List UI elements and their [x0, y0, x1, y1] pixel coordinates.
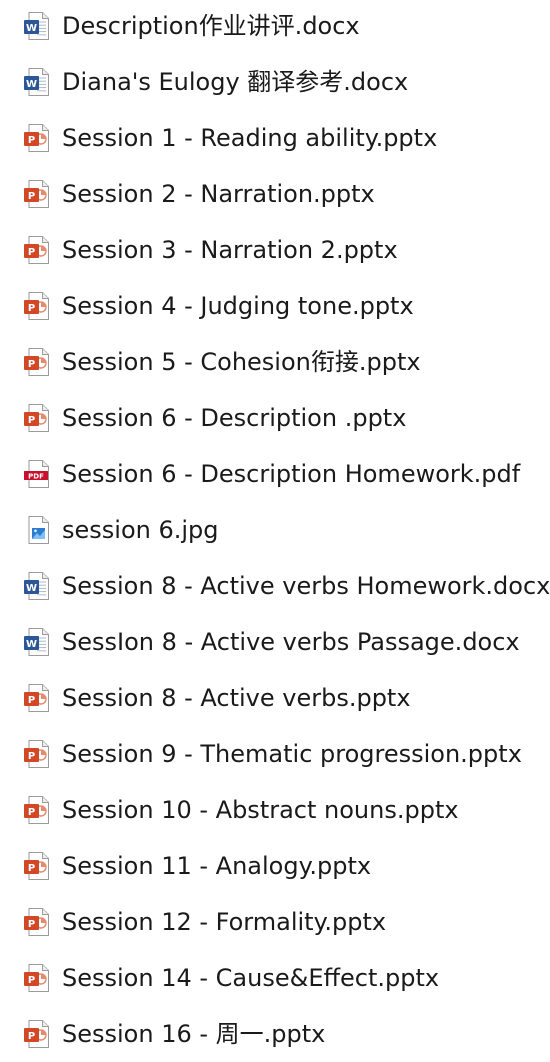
svg-text:PDF: PDF	[28, 472, 44, 480]
powerpoint-icon: P	[24, 852, 49, 880]
svg-text:P: P	[28, 191, 35, 202]
svg-text:P: P	[28, 247, 35, 258]
file-name: SessIon 8 - Active verbs Passage.docx	[62, 628, 520, 656]
file-name: Session 6 - Description Homework.pdf	[62, 460, 521, 488]
svg-text:P: P	[28, 695, 35, 706]
svg-text:W: W	[26, 639, 37, 650]
file-name: Session 6 - Description .pptx	[62, 404, 407, 432]
image-file-icon	[28, 516, 49, 544]
file-row[interactable]: PDF Session 6 - Description Homework.pdf	[0, 446, 550, 502]
file-name: Session 5 - Cohesion衔接.pptx	[62, 348, 421, 376]
file-row[interactable]: P Session 10 - Abstract nouns.pptx	[0, 782, 550, 838]
file-row[interactable]: P Session 5 - Cohesion衔接.pptx	[0, 334, 550, 390]
file-row[interactable]: P Session 11 - Analogy.pptx	[0, 838, 550, 894]
file-name: Diana's Eulogy 翻译参考.docx	[62, 68, 409, 96]
file-row[interactable]: P Session 3 - Narration 2.pptx	[0, 222, 550, 278]
powerpoint-icon: P	[24, 964, 49, 992]
svg-text:W: W	[26, 23, 37, 34]
file-name: session 6.jpg	[62, 516, 219, 544]
powerpoint-icon: P	[24, 124, 49, 152]
file-name: Session 8 - Active verbs Homework.docx	[62, 572, 550, 600]
file-row[interactable]: P Session 14 - Cause&Effect.pptx	[0, 950, 550, 1006]
file-row[interactable]: P Session 4 - Judging tone.pptx	[0, 278, 550, 334]
powerpoint-icon: P	[24, 740, 49, 768]
svg-text:P: P	[28, 751, 35, 762]
file-row[interactable]: W Session 8 - Active verbs Homework.docx	[0, 558, 550, 614]
svg-text:P: P	[28, 863, 35, 874]
svg-text:P: P	[28, 135, 35, 146]
powerpoint-icon: P	[24, 1020, 49, 1048]
file-name: Session 12 - Formality.pptx	[62, 908, 387, 936]
svg-text:P: P	[28, 1031, 35, 1042]
file-row[interactable]: P Session 2 - Narration.pptx	[0, 166, 550, 222]
file-name: Session 4 - Judging tone.pptx	[62, 292, 414, 320]
powerpoint-icon: P	[24, 404, 49, 432]
word-doc-icon: W	[24, 12, 49, 40]
powerpoint-icon: P	[24, 684, 49, 712]
file-name: Description作业讲评.docx	[62, 12, 360, 40]
file-list: W Description作业讲评.docx W Diana's Eulogy …	[0, 0, 550, 1061]
pdf-icon: PDF	[24, 460, 49, 488]
file-name: Session 3 - Narration 2.pptx	[62, 236, 398, 264]
svg-text:P: P	[28, 359, 35, 370]
svg-text:W: W	[26, 583, 37, 594]
file-name: Session 11 - Analogy.pptx	[62, 852, 372, 880]
file-name: Session 10 - Abstract nouns.pptx	[62, 796, 459, 824]
file-name: Session 9 - Thematic progression.pptx	[62, 740, 522, 768]
svg-text:P: P	[28, 303, 35, 314]
powerpoint-icon: P	[24, 236, 49, 264]
powerpoint-icon: P	[24, 348, 49, 376]
file-row[interactable]: P Session 16 - 周一.pptx	[0, 1006, 550, 1062]
powerpoint-icon: P	[24, 908, 49, 936]
svg-text:W: W	[26, 79, 37, 90]
powerpoint-icon: P	[24, 292, 49, 320]
file-row[interactable]: P Session 8 - Active verbs.pptx	[0, 670, 550, 726]
file-row[interactable]: P Session 12 - Formality.pptx	[0, 894, 550, 950]
powerpoint-icon: P	[24, 796, 49, 824]
file-row[interactable]: W Diana's Eulogy 翻译参考.docx	[0, 54, 550, 110]
word-doc-icon: W	[24, 572, 49, 600]
svg-text:P: P	[28, 415, 35, 426]
file-row[interactable]: P Session 9 - Thematic progression.pptx	[0, 726, 550, 782]
file-row[interactable]: W Description作业讲评.docx	[0, 0, 550, 54]
svg-text:P: P	[28, 975, 35, 986]
svg-text:P: P	[28, 919, 35, 930]
word-doc-icon: W	[24, 68, 49, 96]
file-name: Session 14 - Cause&Effect.pptx	[62, 964, 440, 992]
file-name: Session 16 - 周一.pptx	[62, 1020, 326, 1048]
file-name: Session 8 - Active verbs.pptx	[62, 684, 411, 712]
file-row[interactable]: W SessIon 8 - Active verbs Passage.docx	[0, 614, 550, 670]
file-row[interactable]: P Session 1 - Reading ability.pptx	[0, 110, 550, 166]
file-name: Session 2 - Narration.pptx	[62, 180, 375, 208]
word-doc-icon: W	[24, 628, 49, 656]
file-row[interactable]: session 6.jpg	[0, 502, 550, 558]
powerpoint-icon: P	[24, 180, 49, 208]
svg-text:P: P	[28, 807, 35, 818]
file-name: Session 1 - Reading ability.pptx	[62, 124, 438, 152]
file-row[interactable]: P Session 6 - Description .pptx	[0, 390, 550, 446]
